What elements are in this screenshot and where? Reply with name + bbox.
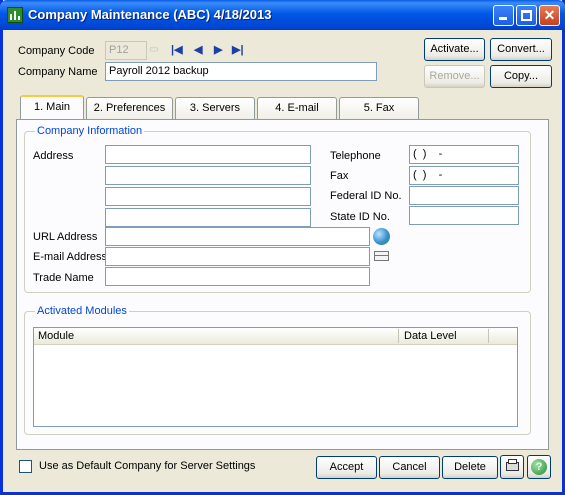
email-address-label: E-mail Address — [33, 251, 107, 263]
url-address-label: URL Address — [33, 231, 98, 243]
state-id-field[interactable] — [409, 206, 519, 225]
tab-preferences[interactable]: 2. Preferences — [86, 97, 173, 119]
activated-modules-grid[interactable]: Module Data Level — [33, 327, 518, 427]
column-separator — [398, 329, 399, 343]
address-line-3-field[interactable] — [105, 187, 311, 206]
globe-icon[interactable] — [373, 228, 390, 245]
company-maintenance-window: Company Maintenance (ABC) 4/18/2013 ✕ Co… — [0, 0, 565, 495]
federal-id-label: Federal ID No. — [330, 190, 402, 202]
title-bar[interactable]: Company Maintenance (ABC) 4/18/2013 ✕ — [0, 0, 565, 30]
tab-main[interactable]: 1. Main — [20, 95, 84, 119]
default-company-checkbox[interactable] — [19, 460, 32, 473]
tab-servers[interactable]: 3. Servers — [175, 97, 255, 119]
accept-button[interactable]: Accept — [316, 456, 377, 479]
close-button[interactable]: ✕ — [539, 5, 560, 26]
state-id-label: State ID No. — [330, 211, 390, 223]
envelope-icon[interactable] — [374, 251, 389, 261]
help-button[interactable]: ? — [527, 455, 551, 479]
fax-field[interactable]: ( ) - — [409, 166, 519, 185]
last-record-icon[interactable]: ▶| — [232, 43, 244, 56]
trade-name-label: Trade Name — [33, 272, 94, 284]
activated-modules-title: Activated Modules — [35, 305, 129, 317]
maximize-icon — [521, 10, 532, 21]
module-column-header[interactable]: Module — [38, 330, 74, 342]
federal-id-field[interactable] — [409, 186, 519, 205]
delete-button[interactable]: Delete — [442, 456, 498, 479]
activate-button[interactable]: Activate... — [424, 38, 485, 61]
email-address-field[interactable] — [105, 247, 370, 266]
tab-email[interactable]: 4. E-mail — [257, 97, 337, 119]
grid-header: Module Data Level — [34, 328, 517, 345]
cancel-button[interactable]: Cancel — [379, 456, 440, 479]
minimize-icon — [499, 17, 507, 20]
next-record-icon[interactable]: ▶ — [214, 43, 222, 56]
data-level-column-header[interactable]: Data Level — [404, 330, 457, 342]
copy-button[interactable]: Copy... — [490, 65, 552, 88]
printer-paper — [508, 459, 517, 464]
fax-label: Fax — [330, 170, 349, 182]
tab-fax[interactable]: 5. Fax — [339, 97, 419, 119]
column-separator — [488, 329, 489, 343]
convert-button[interactable]: Convert... — [490, 38, 552, 61]
window-title: Company Maintenance (ABC) 4/18/2013 — [28, 7, 272, 22]
default-company-label: Use as Default Company for Server Settin… — [39, 460, 256, 472]
company-name-field[interactable]: Payroll 2012 backup — [105, 62, 377, 81]
company-code-field[interactable]: P12 — [105, 41, 147, 60]
close-icon: ✕ — [543, 7, 556, 23]
lookup-icon[interactable]: ▭ — [149, 44, 158, 55]
previous-record-icon[interactable]: ◀ — [194, 43, 202, 56]
address-line-2-field[interactable] — [105, 166, 311, 185]
telephone-label: Telephone — [330, 150, 381, 162]
maximize-button[interactable] — [516, 5, 537, 26]
remove-button[interactable]: Remove... — [424, 65, 485, 88]
company-icon — [7, 7, 23, 23]
company-information-title: Company Information — [35, 125, 145, 137]
first-record-icon[interactable]: |◀ — [171, 43, 183, 56]
company-code-label: Company Code — [18, 45, 95, 57]
address-label: Address — [33, 150, 74, 162]
print-button[interactable] — [500, 455, 524, 479]
url-address-field[interactable] — [105, 227, 370, 246]
trade-name-field[interactable] — [105, 267, 370, 286]
company-name-label: Company Name — [18, 66, 98, 78]
address-line-1-field[interactable] — [105, 145, 311, 164]
telephone-field[interactable]: ( ) - — [409, 145, 519, 164]
minimize-button[interactable] — [493, 5, 514, 26]
address-line-4-field[interactable] — [105, 208, 311, 227]
help-icon: ? — [531, 459, 547, 475]
